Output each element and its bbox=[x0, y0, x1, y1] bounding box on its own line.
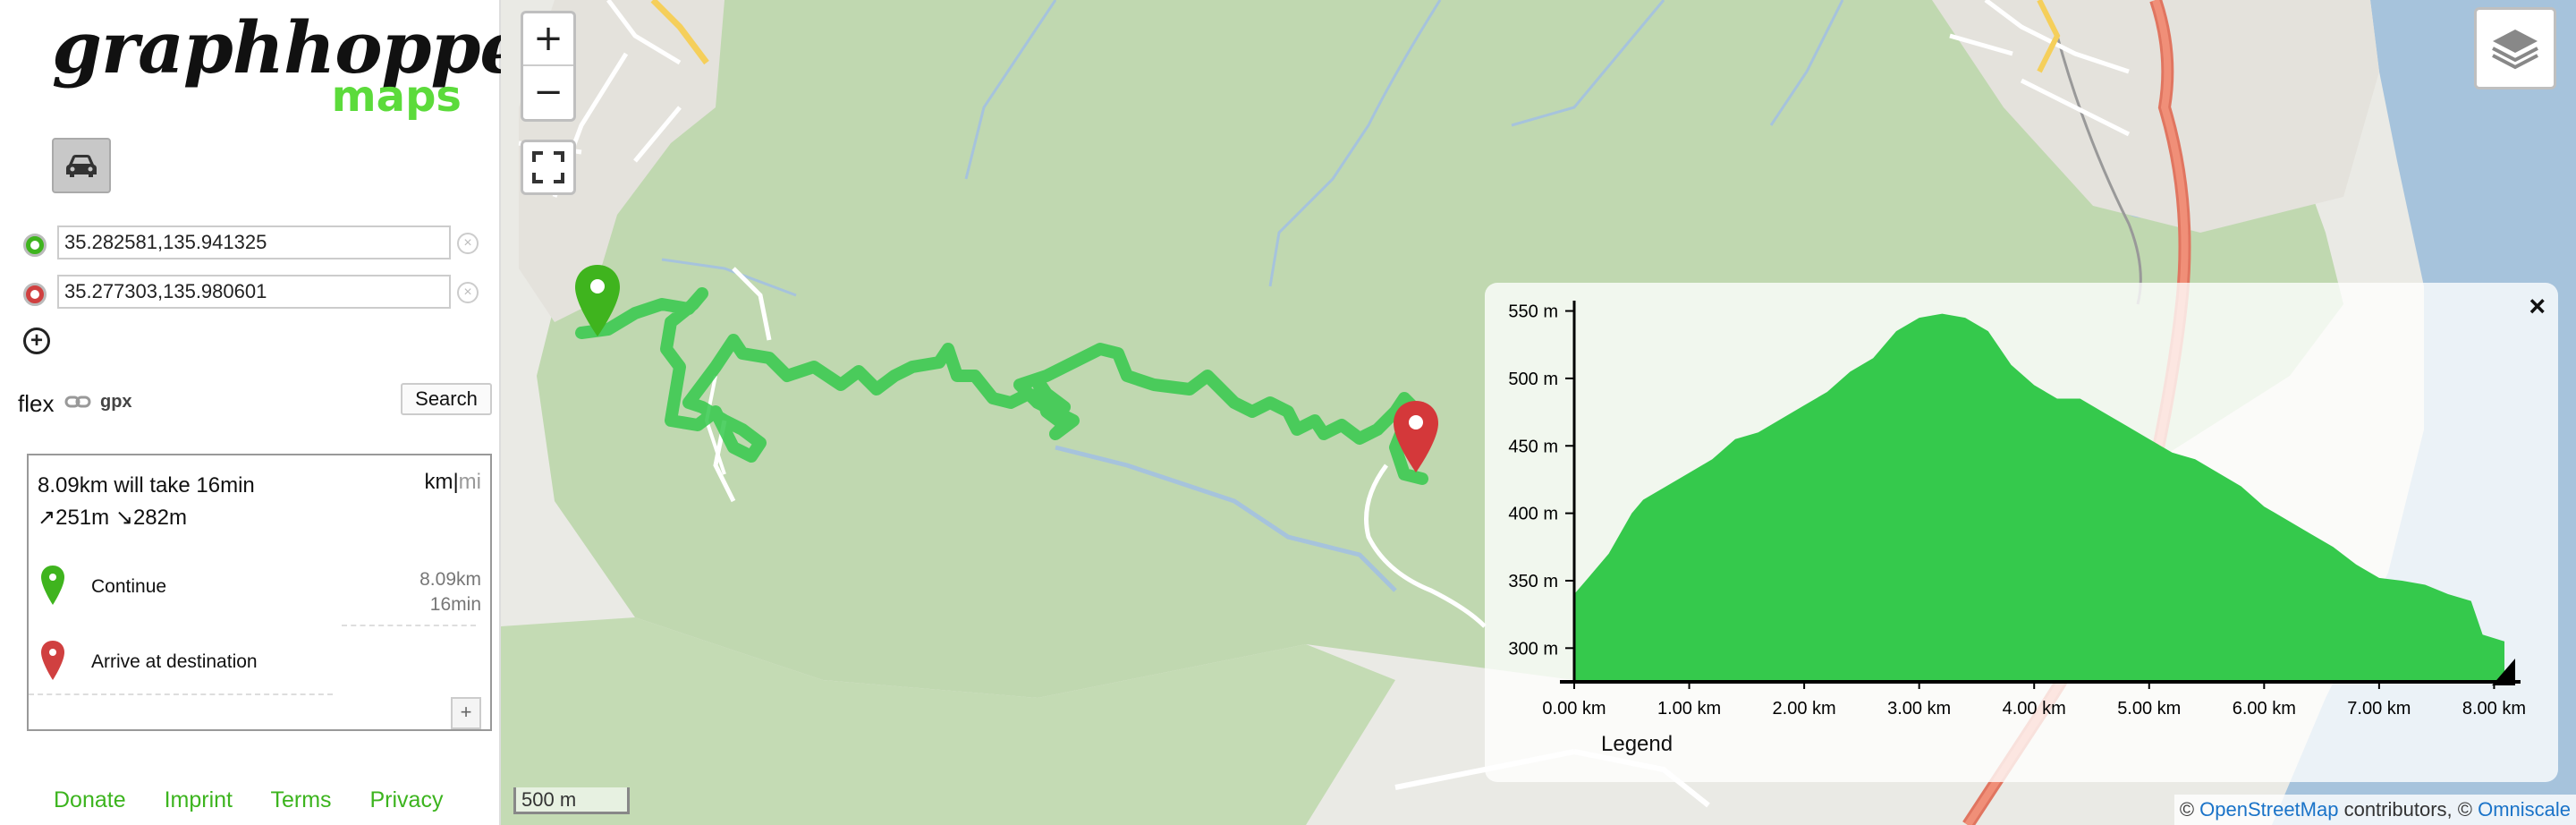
clear-start-point-icon[interactable]: × bbox=[457, 233, 479, 254]
map-attribution: © OpenStreetMap contributors, © Omniscal… bbox=[2174, 795, 2576, 825]
y-tick-label: 500 m bbox=[1508, 370, 1558, 389]
route-result-panel: 8.09km will take 16min ↗251m ↘282m km|mi… bbox=[27, 454, 492, 731]
link-icon[interactable] bbox=[64, 394, 91, 410]
elevation-area bbox=[1574, 313, 2504, 682]
green-pin-icon bbox=[41, 566, 64, 605]
omniscale-link[interactable]: Omniscale bbox=[2478, 798, 2571, 821]
elevation-chart[interactable]: 550 m 500 m 450 m 400 m 350 m 300 m 0.00 km 1.… bbox=[1485, 283, 2558, 782]
instruction-item[interactable]: Arrive at destination bbox=[29, 626, 490, 698]
donate-link[interactable]: Donate bbox=[54, 787, 126, 812]
elevation-legend[interactable]: Legend bbox=[1601, 732, 1673, 757]
x-tick-label: 0.00 km bbox=[1542, 699, 1606, 719]
zoom-control: + − bbox=[521, 11, 576, 122]
red-pin-icon bbox=[41, 641, 64, 680]
fullscreen-button[interactable] bbox=[521, 140, 576, 195]
layers-icon bbox=[2492, 30, 2538, 70]
unit-km-option[interactable]: km bbox=[424, 470, 453, 494]
instruction-text: Continue bbox=[91, 576, 167, 597]
start-point-row: × bbox=[23, 225, 488, 261]
y-tick-label: 350 m bbox=[1508, 572, 1558, 591]
attribution-middle: contributors, © bbox=[2338, 798, 2479, 821]
route-distance-time: 8.09km will take 16min bbox=[38, 473, 255, 498]
instruction-divider bbox=[29, 693, 333, 695]
gpx-export-link[interactable]: gpx bbox=[100, 392, 132, 412]
graphhopper-logo[interactable]: graphhopper maps bbox=[52, 7, 562, 122]
logo-sub-text: maps bbox=[331, 72, 462, 122]
privacy-link[interactable]: Privacy bbox=[370, 787, 444, 812]
route-ascend: ↗251m bbox=[38, 506, 110, 530]
instruction-distance: 8.09km bbox=[419, 569, 481, 590]
unit-mi-option[interactable]: mi bbox=[459, 470, 481, 494]
expand-instructions-button[interactable]: + bbox=[451, 697, 481, 729]
y-tick-label: 300 m bbox=[1508, 639, 1558, 659]
x-tick-label: 4.00 km bbox=[2003, 699, 2066, 719]
x-tick-label: 1.00 km bbox=[1657, 699, 1721, 719]
instruction-time: 16min bbox=[429, 594, 481, 615]
x-tick-label: 2.00 km bbox=[1773, 699, 1836, 719]
zoom-in-button[interactable]: + bbox=[523, 13, 573, 66]
close-elevation-button[interactable]: × bbox=[2529, 290, 2546, 323]
instruction-meta: 8.09km 16min bbox=[419, 567, 481, 617]
add-point-icon[interactable]: + bbox=[23, 327, 50, 354]
start-point-marker-icon bbox=[23, 234, 47, 257]
instruction-text: Arrive at destination bbox=[91, 651, 258, 672]
sidebar: graphhopper maps × × + flex gpx Search 8… bbox=[0, 0, 562, 825]
x-tick-label: 5.00 km bbox=[2117, 699, 2181, 719]
x-tick-label: 8.00 km bbox=[2462, 699, 2526, 719]
y-tick-label: 400 m bbox=[1508, 505, 1558, 524]
footer-links: Donate Imprint Terms Privacy bbox=[54, 787, 475, 813]
route-elevation-change: ↗251m ↘282m bbox=[38, 502, 255, 534]
car-profile-button[interactable] bbox=[52, 138, 111, 193]
logo-brand-text: graphhopper bbox=[52, 5, 562, 89]
osm-link[interactable]: OpenStreetMap bbox=[2199, 798, 2338, 821]
end-point-input[interactable] bbox=[57, 275, 451, 309]
x-tick-label: 7.00 km bbox=[2347, 699, 2411, 719]
fullscreen-icon bbox=[532, 151, 564, 183]
x-tick-label: 3.00 km bbox=[1887, 699, 1951, 719]
imprint-link[interactable]: Imprint bbox=[165, 787, 233, 812]
zoom-out-button[interactable]: − bbox=[523, 67, 573, 120]
layers-button[interactable] bbox=[2474, 7, 2556, 89]
instruction-item[interactable]: Continue 8.09km 16min bbox=[29, 551, 490, 623]
clear-end-point-icon[interactable]: × bbox=[457, 282, 479, 303]
y-tick-label: 450 m bbox=[1508, 437, 1558, 456]
route-summary: 8.09km will take 16min ↗251m ↘282m bbox=[38, 470, 255, 534]
elevation-panel: 550 m 500 m 450 m 400 m 350 m 300 m 0.00 km 1.… bbox=[1485, 283, 2558, 782]
route-descend: ↘282m bbox=[114, 506, 187, 530]
attribution-prefix: © bbox=[2179, 798, 2200, 821]
x-tick-label: 6.00 km bbox=[2233, 699, 2296, 719]
map-scale: 500 m bbox=[513, 787, 630, 814]
end-point-marker-icon bbox=[23, 283, 47, 306]
terms-link[interactable]: Terms bbox=[270, 787, 331, 812]
options-row: flex gpx Search bbox=[18, 383, 492, 419]
flex-profile-label: flex bbox=[18, 390, 55, 417]
car-icon bbox=[66, 155, 97, 177]
search-button[interactable]: Search bbox=[401, 383, 492, 415]
unit-toggle: km|mi bbox=[424, 470, 481, 495]
start-point-input[interactable] bbox=[57, 225, 451, 259]
y-tick-label: 550 m bbox=[1508, 302, 1558, 322]
end-point-row: × bbox=[23, 275, 488, 310]
